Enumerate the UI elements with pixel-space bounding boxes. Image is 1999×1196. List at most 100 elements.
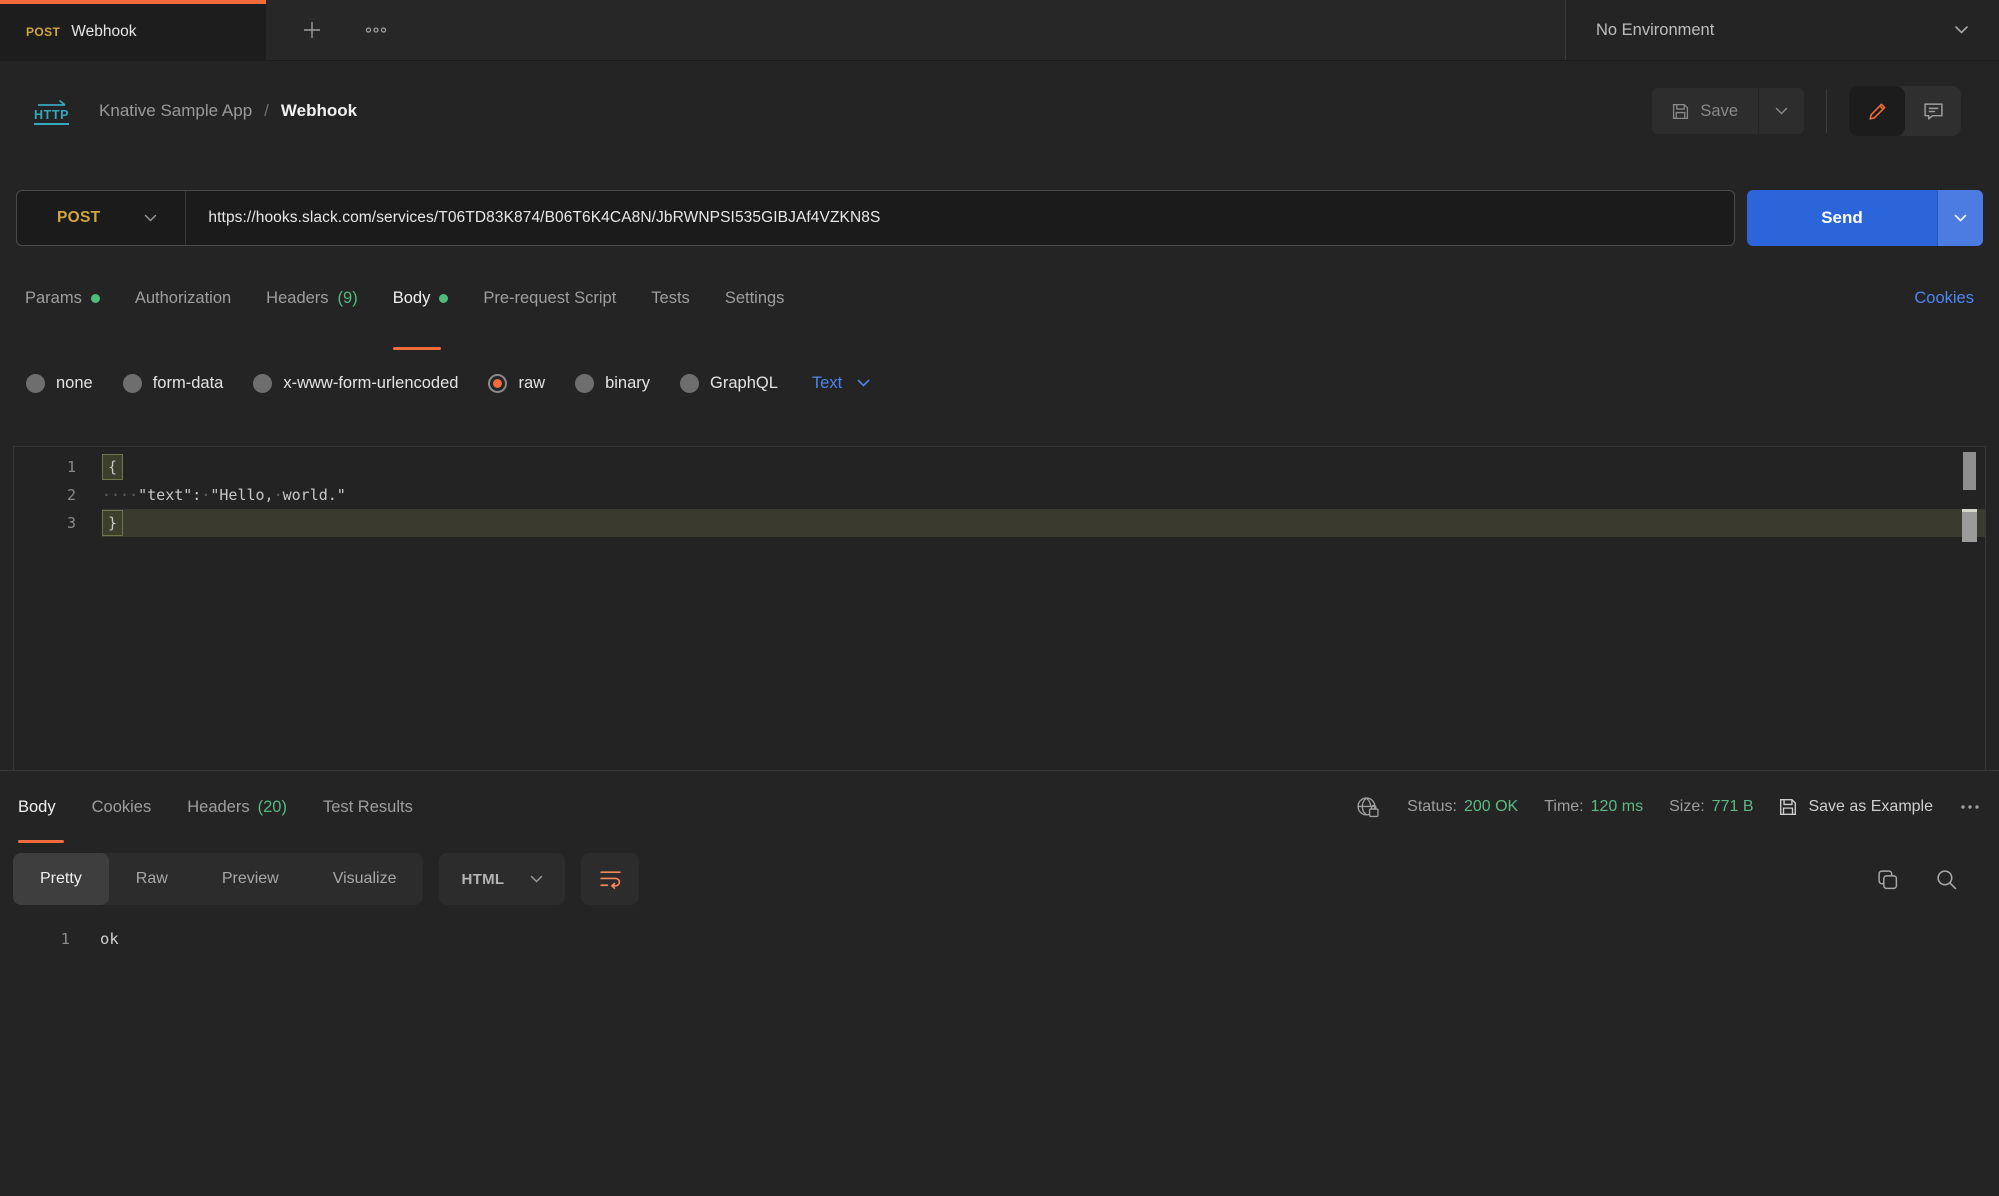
editor-line: 2 ····"text":·"Hello,·world." [14, 481, 1985, 509]
view-visualize-button[interactable]: Visualize [306, 853, 424, 905]
tab-options-button[interactable] [364, 25, 388, 35]
radio-circle-icon [253, 374, 272, 393]
response-view-segmented-control: Pretty Raw Preview Visualize [13, 853, 423, 905]
time-badge: Time: 120 ms [1544, 798, 1643, 816]
save-options-button[interactable] [1758, 88, 1804, 134]
status-value: 200 OK [1464, 798, 1518, 816]
radio-form-data[interactable]: form-data [123, 374, 224, 393]
scrollbar-thumb[interactable] [1963, 452, 1976, 490]
chevron-down-icon [530, 875, 543, 884]
response-tabs: Body Cookies Headers (20) Test Results S… [0, 771, 1999, 843]
response-tab-cookies[interactable]: Cookies [92, 771, 152, 843]
response-tab-headers[interactable]: Headers (20) [187, 771, 287, 843]
comments-button[interactable] [1905, 86, 1961, 136]
breadcrumb-collection[interactable]: Knative Sample App [99, 101, 252, 121]
status-badge: Status: 200 OK [1407, 798, 1518, 816]
response-tab-body[interactable]: Body [18, 771, 56, 843]
chevron-down-icon [1954, 25, 1969, 35]
green-dot-indicator [91, 294, 100, 303]
green-dot-indicator [439, 294, 448, 303]
tab-headers[interactable]: Headers (9) [266, 246, 358, 350]
response-tab-test-results[interactable]: Test Results [323, 771, 413, 843]
response-headers-count-badge: (20) [258, 798, 287, 817]
editor-line: 1 { [14, 453, 1985, 481]
radio-none[interactable]: none [26, 374, 93, 393]
tab-title: Webhook [71, 23, 136, 41]
response-section: Body Cookies Headers (20) Test Results S… [0, 770, 1999, 953]
tab-pre-request-script[interactable]: Pre-request Script [483, 246, 616, 350]
divider [1826, 89, 1827, 133]
editor-scrollbar[interactable] [1963, 447, 1976, 770]
edit-request-button[interactable] [1849, 86, 1905, 136]
response-options-button[interactable] [1959, 803, 1981, 811]
request-header-row: HTTP Knative Sample App / Webhook Save [0, 61, 1999, 161]
pencil-icon [1867, 101, 1888, 122]
save-button-label: Save [1700, 102, 1738, 121]
tab-params[interactable]: Params [25, 246, 100, 350]
radio-circle-icon [26, 374, 45, 393]
radio-selected-icon [493, 379, 502, 388]
new-tab-button[interactable] [300, 18, 324, 42]
breadcrumb-request-name[interactable]: Webhook [281, 101, 357, 121]
more-options-icon [1959, 803, 1981, 811]
body-type-selector: none form-data x-www-form-urlencoded raw… [0, 350, 1999, 416]
save-button[interactable]: Save [1652, 88, 1758, 134]
send-options-button[interactable] [1937, 190, 1983, 246]
radio-raw[interactable]: raw [488, 374, 545, 393]
response-meta: Status: 200 OK Time: 120 ms Size: 771 B … [1355, 796, 1981, 819]
request-tab[interactable]: POST Webhook [0, 0, 266, 60]
response-actions [1876, 868, 1986, 891]
view-raw-button[interactable]: Raw [109, 853, 195, 905]
url-input[interactable]: https://hooks.slack.com/services/T06TD83… [186, 209, 880, 227]
editor-line-active: 3 } [14, 509, 1985, 537]
search-icon [1935, 868, 1958, 891]
radio-binary[interactable]: binary [575, 374, 650, 393]
wrap-text-icon [599, 869, 622, 890]
response-view-toolbar: Pretty Raw Preview Visualize HTML [13, 851, 1986, 907]
save-icon [1672, 103, 1689, 120]
environment-label: No Environment [1596, 21, 1714, 40]
radio-x-www-form-urlencoded[interactable]: x-www-form-urlencoded [253, 374, 458, 393]
request-bar: POST https://hooks.slack.com/services/T0… [16, 190, 1983, 246]
tab-settings[interactable]: Settings [725, 246, 785, 350]
top-tab-bar: POST Webhook No Environment [0, 0, 1999, 61]
line-number: 1 [14, 453, 102, 481]
view-preview-button[interactable]: Preview [195, 853, 306, 905]
environment-selector[interactable]: No Environment [1565, 0, 1999, 60]
save-split-button: Save [1652, 88, 1804, 134]
breadcrumb: Knative Sample App / Webhook [99, 101, 357, 121]
send-button[interactable]: Send [1747, 190, 1937, 246]
plus-icon [300, 18, 324, 42]
response-body-text: ok [70, 925, 119, 953]
network-info-button[interactable] [1355, 796, 1381, 819]
tab-body[interactable]: Body [393, 246, 449, 350]
view-pretty-button[interactable]: Pretty [13, 853, 109, 905]
radio-graphql[interactable]: GraphQL [680, 374, 778, 393]
method-label: POST [57, 209, 100, 227]
wrap-text-button[interactable] [581, 853, 639, 905]
method-selector[interactable]: POST [17, 191, 185, 245]
bracket-match-highlight: } [102, 510, 123, 536]
header-actions: Save [1652, 86, 1961, 136]
copy-button[interactable] [1876, 868, 1899, 891]
tab-authorization[interactable]: Authorization [135, 246, 231, 350]
copy-icon [1876, 868, 1899, 891]
request-body-editor[interactable]: 1 { 2 ····"text":·"Hello,·world." 3 } [13, 446, 1986, 770]
whitespace-dots: ···· [102, 486, 138, 504]
scrollbar-cursor-marker [1962, 509, 1977, 542]
bracket-match-highlight: { [102, 454, 123, 480]
tab-tests[interactable]: Tests [651, 246, 690, 350]
response-format-selector[interactable]: HTML [439, 853, 565, 905]
search-button[interactable] [1935, 868, 1958, 891]
save-icon [1779, 798, 1797, 816]
globe-lock-icon [1355, 796, 1381, 819]
line-number: 3 [14, 509, 102, 537]
save-as-example-button[interactable]: Save as Example [1779, 798, 1933, 816]
time-value: 120 ms [1591, 798, 1643, 816]
cookies-link[interactable]: Cookies [1914, 289, 1974, 308]
response-body: 1 ok [0, 925, 1999, 953]
tab-method-badge: POST [26, 25, 60, 39]
radio-circle-icon [575, 374, 594, 393]
more-options-icon [364, 25, 388, 35]
raw-language-selector[interactable]: Text [812, 374, 870, 393]
